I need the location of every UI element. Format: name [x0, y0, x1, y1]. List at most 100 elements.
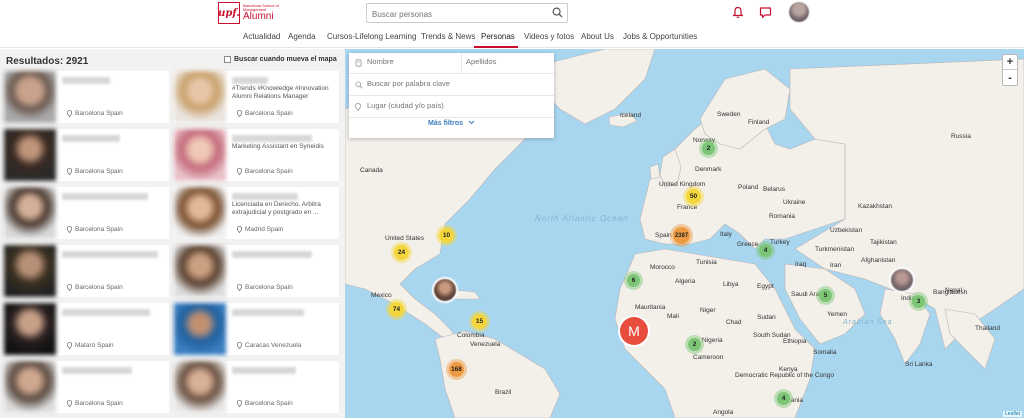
nav-trends-news[interactable]: Trends & News [421, 32, 475, 41]
last-name-input[interactable] [466, 57, 550, 66]
map-label: Kazakhstan [858, 203, 892, 210]
person-card[interactable]: Barcelona Spain [4, 129, 169, 181]
map-cluster[interactable]: 50 [686, 189, 701, 204]
person-card[interactable]: Caracas Venezuela [174, 303, 339, 355]
chat-icon[interactable] [759, 6, 772, 19]
person-card[interactable]: Barcelona Spain [4, 245, 169, 297]
world-map[interactable]: North Atlantic Ocean Arabian Sea Canada … [345, 49, 1024, 418]
map-label: Mali [667, 313, 679, 320]
person-card[interactable]: Barcelona Spain [4, 71, 169, 123]
person-card[interactable]: Licenciada en Derecho. Arbitra extrajudi… [174, 187, 339, 239]
checkbox[interactable] [224, 56, 231, 63]
map-label: Iraq [795, 261, 807, 268]
location-pin-icon [67, 110, 72, 117]
map-label: Chad [726, 319, 742, 326]
map-label: Canada [360, 167, 383, 174]
person-card[interactable]: Barcelona Spain [174, 361, 339, 413]
user-avatar[interactable] [789, 2, 809, 22]
map-label: Kenya [779, 366, 798, 373]
map-label: Ethiopia [783, 338, 807, 345]
map-label: Angola [713, 409, 734, 416]
map-label: Denmark [695, 166, 722, 173]
more-filters-button[interactable]: Más filtros [349, 120, 554, 127]
map-label: Bangladesh [933, 289, 968, 296]
map-label: Niger [700, 307, 716, 314]
person-name [232, 309, 304, 316]
map-label: United Kingdom [659, 181, 706, 188]
person-photo-marker[interactable] [889, 267, 915, 293]
map-cluster[interactable]: 4 [777, 392, 790, 405]
map-cluster[interactable]: 15 [472, 314, 487, 329]
results-count: Resultados: 2921 [6, 56, 89, 67]
map-label: Tajikistan [870, 239, 897, 246]
map-cluster[interactable]: 24 [394, 245, 409, 260]
person-location: Caracas Venezuela [245, 342, 302, 349]
person-card[interactable]: #Trends #Knowledge #Innovation Alumni Re… [174, 71, 339, 123]
search-on-map-move-label: Buscar cuando mueva el mapa [234, 56, 337, 63]
map-cluster[interactable]: 5 [819, 289, 832, 302]
person-location: Madrid Spain [245, 226, 284, 233]
location-pin-icon [237, 284, 242, 291]
map-label: Colombia [457, 332, 485, 339]
map-cluster[interactable]: 10 [439, 228, 454, 243]
zoom-out-button[interactable]: - [1003, 70, 1017, 85]
person-photo [4, 361, 56, 413]
keyword-search-input[interactable] [367, 79, 547, 88]
person-marker-initial[interactable]: M [620, 317, 648, 345]
nav-jobs[interactable]: Jobs & Opportunities [623, 32, 697, 41]
map-label: Spain [655, 232, 672, 239]
nav-videos-fotos[interactable]: Videos y fotos [524, 32, 574, 41]
map-attribution[interactable]: Leaflet [1002, 411, 1022, 417]
nav-personas[interactable]: Personas [481, 32, 515, 41]
person-card[interactable]: Marketing Assistant en Syneidis Barcelon… [174, 129, 339, 181]
person-name [62, 193, 148, 200]
people-search-input[interactable] [367, 5, 547, 24]
person-description: Marketing Assistant en Syneidis [232, 143, 324, 150]
map-label: Afghanistan [861, 257, 896, 264]
map-label: Uzbekistan [830, 227, 863, 234]
arabian-sea-label: Arabian Sea [843, 319, 893, 326]
map-label: United States [385, 235, 425, 242]
map-cluster[interactable]: 2 [688, 338, 701, 351]
location-pin-icon [237, 110, 242, 117]
upf-alumni-logo[interactable]: upf. Barcelona School of Management Alum… [218, 2, 279, 24]
map-label: Ukraine [783, 199, 806, 206]
zoom-in-button[interactable]: + [1003, 55, 1017, 70]
map-cluster[interactable]: 4 [759, 244, 772, 257]
person-location: Barcelona Spain [75, 226, 123, 233]
location-pin-icon [237, 226, 242, 233]
map-cluster[interactable]: 2387 [673, 227, 690, 244]
nav-actualidad[interactable]: Actualidad [243, 32, 280, 41]
map-cluster[interactable]: 6 [627, 274, 640, 287]
map-label: Algeria [675, 278, 696, 285]
nav-agenda[interactable]: Agenda [288, 32, 316, 41]
first-name-input[interactable] [367, 57, 457, 66]
location-search-input[interactable] [367, 101, 547, 110]
search-on-map-move-toggle[interactable]: Buscar cuando mueva el mapa [224, 56, 337, 63]
map-cluster[interactable]: 3 [912, 295, 925, 308]
person-card[interactable]: Barcelona Spain [174, 245, 339, 297]
person-photo [174, 245, 226, 297]
nav-about-us[interactable]: About Us [581, 32, 614, 41]
person-location: Mataró Spain [75, 342, 114, 349]
zoom-control: + - [1002, 54, 1018, 86]
person-card[interactable]: Barcelona Spain [4, 187, 169, 239]
search-icon [355, 81, 363, 89]
bell-icon[interactable] [732, 6, 744, 19]
results-panel: Resultados: 2921 Buscar cuando mueva el … [0, 49, 345, 418]
main-nav: Actualidad Agenda Cursos-Lifelong Learni… [0, 28, 1024, 48]
map-cluster[interactable]: 168 [449, 362, 464, 377]
map-label: Finland [748, 119, 770, 126]
person-photo-marker[interactable] [432, 277, 458, 303]
search-icon[interactable] [552, 7, 563, 18]
nav-cursos[interactable]: Cursos-Lifelong Learning [327, 32, 416, 41]
map-label: France [677, 204, 698, 211]
person-description: Licenciada en Derecho. Arbitra extrajudi… [232, 201, 321, 216]
person-card[interactable]: Barcelona Spain [4, 361, 169, 413]
upf-logo-mark: upf. [218, 2, 240, 24]
map-cluster[interactable]: 74 [389, 302, 404, 317]
map-cluster[interactable]: 2 [702, 142, 715, 155]
person-card[interactable]: Mataró Spain [4, 303, 169, 355]
north-atlantic-ocean-label: North Atlantic Ocean [535, 214, 629, 223]
map-label: Cameroon [693, 354, 724, 361]
